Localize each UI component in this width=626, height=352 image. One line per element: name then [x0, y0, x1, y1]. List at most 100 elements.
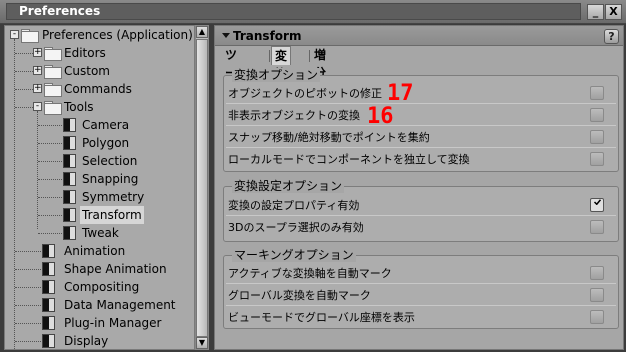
expand-icon[interactable]: +: [33, 48, 42, 57]
tree-item-commands[interactable]: + Commands: [5, 80, 194, 98]
tree-item-compositing[interactable]: Compositing: [5, 278, 194, 296]
tree-item-label: Selection: [82, 154, 138, 168]
row-divider: [226, 215, 616, 216]
tree-item-label: Tweak: [82, 226, 119, 240]
tab-increment[interactable]: 増分: [314, 46, 326, 80]
option-checkbox[interactable]: [590, 108, 604, 122]
tree-item-label: Custom: [64, 64, 110, 78]
expand-icon[interactable]: +: [33, 84, 42, 93]
option-checkbox[interactable]: [590, 130, 604, 144]
group-transform-setting-options: 変換設定オプション 変換の設定プロパティ有効 3Dのスープラ選択のみ有効: [223, 179, 619, 242]
tree-connector: [15, 269, 41, 270]
collapse-icon[interactable]: -: [33, 102, 42, 111]
option-label: グローバル変換を自動マーク: [228, 289, 371, 302]
tree-connector: [15, 305, 41, 306]
option-checkbox[interactable]: [590, 198, 604, 212]
folder-icon: [44, 47, 62, 61]
tree-item-data-management[interactable]: Data Management: [5, 296, 194, 314]
tree-item-display[interactable]: Display: [5, 332, 194, 349]
tree-item-animation[interactable]: Animation: [5, 242, 194, 260]
tree-scrollbar[interactable]: ▲ ▼: [195, 25, 209, 350]
tree-item-label: Compositing: [64, 280, 140, 294]
tree-item-label: Commands: [64, 82, 132, 96]
page-icon: [63, 172, 76, 186]
option-row[interactable]: グローバル変換を自動マーク: [226, 286, 616, 306]
page-icon: [63, 118, 76, 132]
tree-item-plugin-manager[interactable]: Plug-in Manager: [5, 314, 194, 332]
tree-item-selection[interactable]: Selection: [5, 152, 194, 170]
option-checkbox[interactable]: [590, 288, 604, 302]
option-label: 3Dのスープラ選択のみ有効: [228, 221, 364, 234]
collapse-icon[interactable]: -: [10, 30, 19, 39]
page-icon: [42, 334, 55, 348]
option-checkbox[interactable]: [590, 220, 604, 234]
page-icon: [63, 154, 76, 168]
option-label: オブジェクトのピボットの修正: [228, 87, 382, 100]
option-checkbox[interactable]: [590, 152, 604, 166]
tab-tool[interactable]: ツール: [225, 46, 237, 98]
panel-title: Transform: [233, 29, 302, 43]
tree-item-label: Preferences (Application): [42, 28, 193, 42]
help-icon[interactable]: ?: [604, 29, 619, 44]
scroll-up-icon[interactable]: ▲: [196, 26, 208, 38]
checkmark-icon: [593, 199, 602, 205]
page-icon: [63, 190, 76, 204]
option-row[interactable]: アクティブな変換軸を自動マーク: [226, 264, 616, 284]
folder-icon: [21, 29, 39, 43]
tree-connector: [15, 251, 41, 252]
tree-item-transform[interactable]: Transform: [5, 206, 194, 224]
option-row[interactable]: ローカルモードでコンポーネントを独立して変換: [226, 150, 616, 170]
group-title: 変換設定オプション: [232, 179, 345, 193]
tree-item-camera[interactable]: Camera: [5, 116, 194, 134]
tree-item-label: Shape Animation: [64, 262, 167, 276]
transform-settings-panel: Transform ? ツール 変換 増分 変換オプション オブジェクトのピボッ…: [214, 25, 624, 350]
tree-item-polygon[interactable]: Polygon: [5, 134, 194, 152]
tree-connector: [38, 215, 62, 216]
tree-item-snapping[interactable]: Snapping: [5, 170, 194, 188]
tree-connector: [15, 341, 41, 342]
tree-item-label: Polygon: [82, 136, 130, 150]
tree-item-tools[interactable]: - Tools: [5, 98, 194, 116]
option-checkbox[interactable]: [590, 86, 604, 100]
page-icon: [63, 226, 76, 240]
page-icon: [42, 280, 55, 294]
annotation-16: 16: [367, 104, 394, 129]
scroll-thumb[interactable]: [196, 39, 208, 337]
close-button[interactable]: X: [605, 4, 622, 20]
group-title: マーキングオプション: [232, 248, 356, 262]
tree-item-editors[interactable]: + Editors: [5, 44, 194, 62]
tab-transform[interactable]: 変換: [271, 46, 292, 81]
title-bar: Preferences _ X: [0, 0, 626, 24]
preferences-tree: - Preferences (Application) + Editors + …: [4, 25, 195, 350]
option-label: アクティブな変換軸を自動マーク: [228, 267, 392, 280]
option-row[interactable]: 3Dのスープラ選択のみ有効: [226, 218, 616, 238]
expand-icon[interactable]: +: [33, 66, 42, 75]
option-label: スナップ移動/絶対移動でポイントを集約: [228, 131, 430, 144]
option-checkbox[interactable]: [590, 266, 604, 280]
tree-connector: [15, 89, 33, 90]
option-row[interactable]: 変換の設定プロパティ有効: [226, 196, 616, 216]
option-label: 変換の設定プロパティ有効: [228, 199, 360, 212]
tree-item-shape-animation[interactable]: Shape Animation: [5, 260, 194, 278]
minimize-button[interactable]: _: [587, 4, 604, 20]
tree-connector: [38, 143, 62, 144]
page-icon: [42, 298, 55, 312]
panel-header: Transform ?: [215, 26, 623, 46]
option-row[interactable]: 非表示オブジェクトの変換: [226, 106, 616, 126]
option-row[interactable]: スナップ移動/絶対移動でポイントを集約: [226, 128, 616, 148]
folder-icon: [44, 65, 62, 79]
option-checkbox[interactable]: [590, 310, 604, 324]
option-row[interactable]: ビューモードでグローバル座標を表示: [226, 308, 616, 328]
option-row[interactable]: オブジェクトのピボットの修正: [226, 84, 616, 104]
tree-item-custom[interactable]: + Custom: [5, 62, 194, 80]
tree-item-tweak[interactable]: Tweak: [5, 224, 194, 242]
collapse-triangle-icon[interactable]: [222, 33, 230, 38]
scroll-down-icon[interactable]: ▼: [196, 337, 208, 349]
annotation-17: 17: [387, 81, 414, 106]
tree-item-root[interactable]: - Preferences (Application): [5, 26, 194, 44]
page-icon: [42, 244, 55, 258]
tab-separator: [309, 50, 310, 62]
row-divider: [226, 283, 616, 284]
tree-item-symmetry[interactable]: Symmetry: [5, 188, 194, 206]
row-divider: [226, 103, 616, 104]
